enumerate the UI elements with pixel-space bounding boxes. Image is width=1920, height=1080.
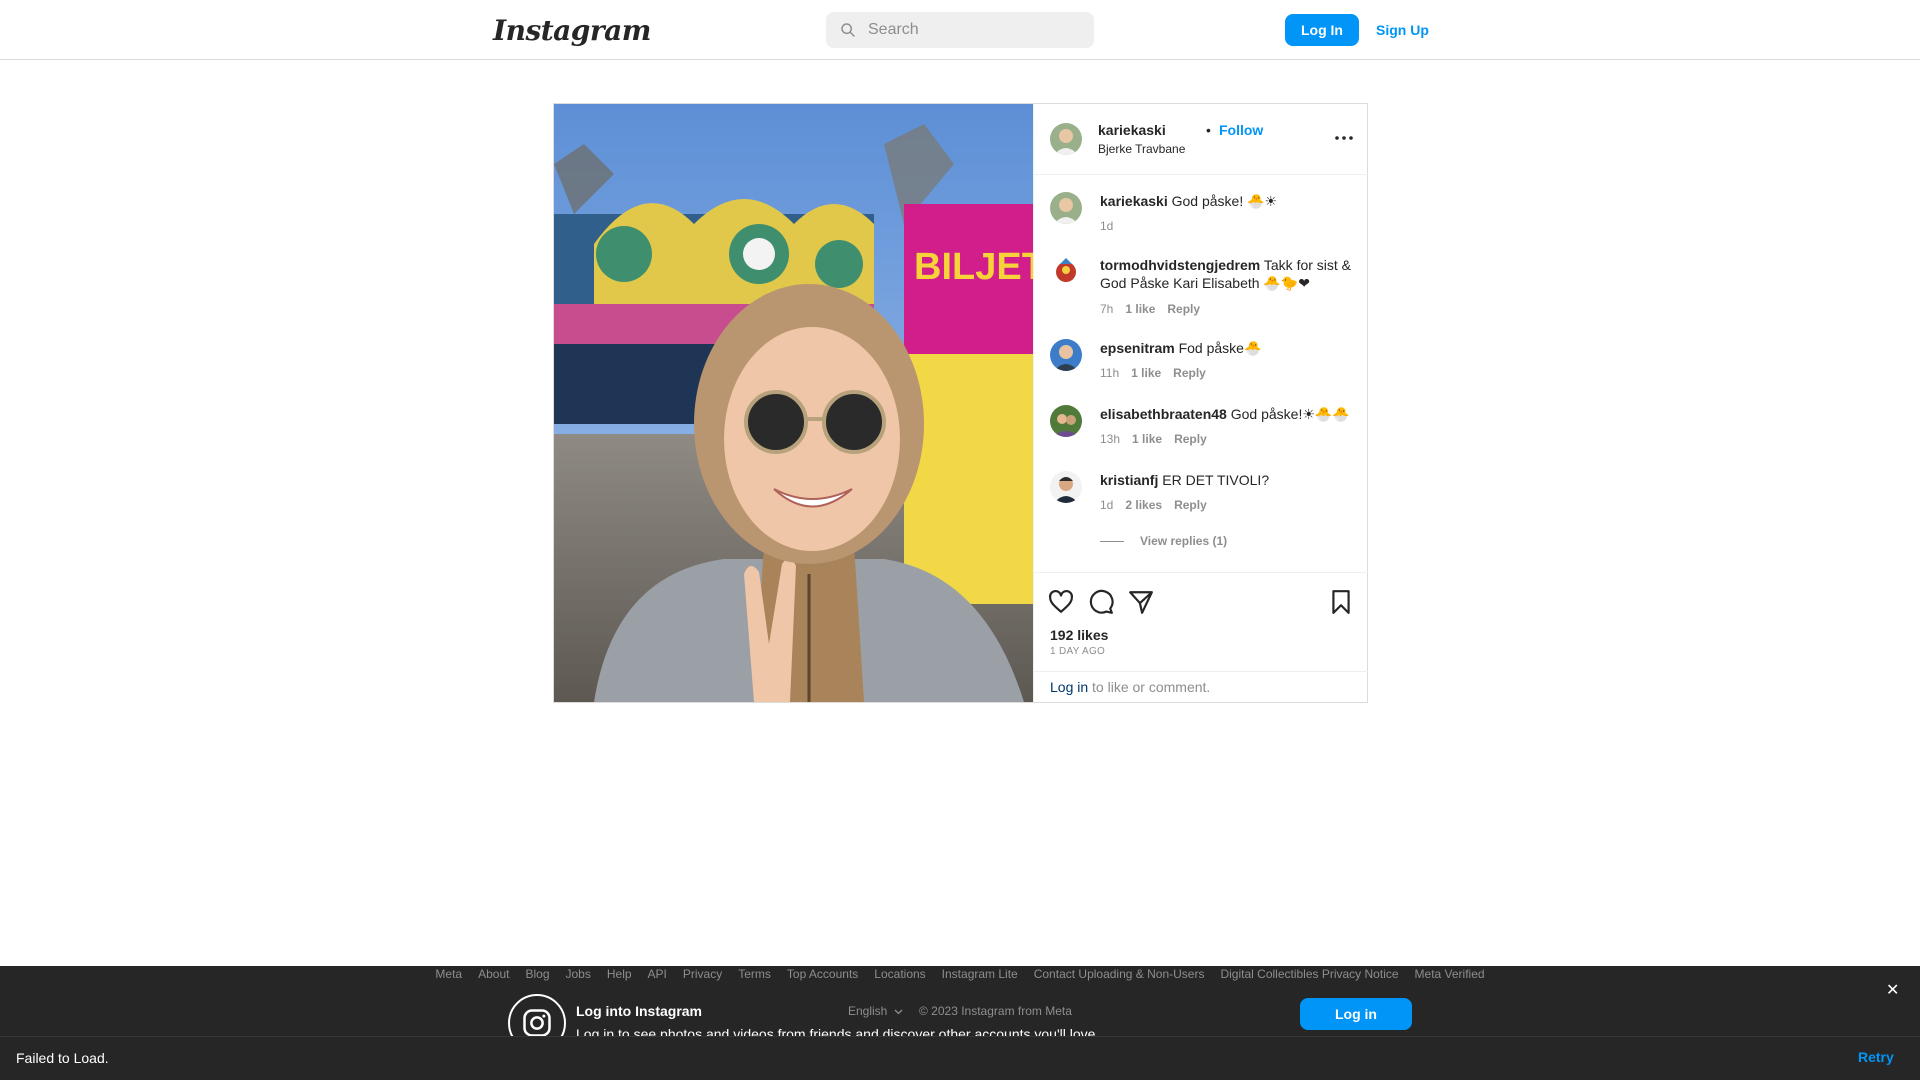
comment-likes[interactable]: 2 likes xyxy=(1125,498,1162,512)
post-location[interactable]: Bjerke Travbane xyxy=(1098,142,1185,156)
language-selector[interactable]: English xyxy=(848,1004,903,1018)
reply-button[interactable]: Reply xyxy=(1174,498,1207,512)
footer-link-instagram-lite[interactable]: Instagram Lite xyxy=(942,967,1018,981)
footer-link-help[interactable]: Help xyxy=(607,967,632,981)
reply-button[interactable]: Reply xyxy=(1174,432,1207,446)
top-nav: Instagram Log In Sign Up xyxy=(0,0,1920,60)
footer-link-jobs[interactable]: Jobs xyxy=(566,967,591,981)
comment-text: elisabethbraaten48 God påske!☀🐣🐣 xyxy=(1100,405,1356,423)
footer-links: Meta About Blog Jobs Help API Privacy Te… xyxy=(0,967,1920,981)
signup-button[interactable]: Sign Up xyxy=(1370,14,1435,46)
share-icon[interactable] xyxy=(1128,589,1154,615)
more-icon xyxy=(1335,136,1353,140)
comment-avatar[interactable] xyxy=(1050,339,1082,371)
instagram-icon xyxy=(508,994,566,1037)
comment-body: ER DET TIVOLI? xyxy=(1162,472,1270,488)
close-icon[interactable]: ✕ xyxy=(1886,980,1899,999)
follow-button[interactable]: Follow xyxy=(1219,122,1263,138)
photo-image: BILJET xyxy=(554,104,1033,702)
comment-likes[interactable]: 1 like xyxy=(1131,366,1161,380)
post-card: BILJET kariekaski • Follow Bjerke Travba… xyxy=(553,103,1368,703)
comment-avatar[interactable] xyxy=(1050,256,1082,288)
footer-link-meta-verified[interactable]: Meta Verified xyxy=(1415,967,1485,981)
bookmark-icon[interactable] xyxy=(1328,589,1354,615)
comment-text: kristianfj ER DET TIVOLI? xyxy=(1100,471,1356,489)
post-time[interactable]: 1 DAY AGO xyxy=(1050,646,1105,657)
chevron-down-icon xyxy=(894,1009,903,1015)
post-actions xyxy=(1034,572,1368,618)
more-options-button[interactable] xyxy=(1330,126,1358,150)
footer-link-api[interactable]: API xyxy=(648,967,667,981)
retry-button[interactable]: Retry xyxy=(1858,1049,1894,1065)
svg-text:BILJET: BILJET xyxy=(914,246,1033,288)
comment-meta: 11h 1 like Reply xyxy=(1100,366,1206,380)
post-sidebar: kariekaski • Follow Bjerke Travbane kari… xyxy=(1033,104,1368,702)
comment-body: Fod påske🐣 xyxy=(1178,340,1262,356)
comment-text: tormodhvidstengjedrem Takk for sist & Go… xyxy=(1100,256,1356,292)
reply-button[interactable]: Reply xyxy=(1173,366,1206,380)
footer-link-top-accounts[interactable]: Top Accounts xyxy=(787,967,858,981)
post-photo[interactable]: BILJET xyxy=(554,104,1033,702)
login-link[interactable]: Log in xyxy=(1050,679,1088,695)
error-bar: Failed to Load. Retry xyxy=(0,1036,1920,1080)
comment-meta: 1d xyxy=(1100,219,1113,233)
comment-text: kariekaski God påske! 🐣☀ xyxy=(1100,192,1356,210)
replies-divider xyxy=(1100,540,1124,542)
comment-time[interactable]: 7h xyxy=(1100,302,1113,316)
footer-link-locations[interactable]: Locations xyxy=(874,967,925,981)
separator-dot: • xyxy=(1206,122,1211,138)
post-header: kariekaski • Follow Bjerke Travbane xyxy=(1034,104,1368,175)
footer-link-blog[interactable]: Blog xyxy=(525,967,549,981)
comment-time[interactable]: 13h xyxy=(1100,432,1120,446)
comment-username[interactable]: epsenitram xyxy=(1100,340,1175,356)
comment-avatar[interactable] xyxy=(1050,405,1082,437)
instagram-logo[interactable]: Instagram xyxy=(493,14,651,47)
login-prompt: Log in to like or comment. xyxy=(1034,671,1368,702)
comment-meta: 1d 2 likes Reply xyxy=(1100,498,1207,512)
search-box[interactable] xyxy=(826,12,1094,48)
comment-avatar[interactable] xyxy=(1050,192,1082,224)
comment-avatar[interactable] xyxy=(1050,471,1082,503)
author-avatar[interactable] xyxy=(1050,123,1082,155)
search-input[interactable] xyxy=(868,21,1068,39)
reply-button[interactable]: Reply xyxy=(1167,302,1200,316)
view-replies-button[interactable]: View replies (1) xyxy=(1100,534,1227,548)
login-button[interactable]: Log In xyxy=(1285,14,1359,46)
heart-icon[interactable] xyxy=(1048,589,1074,615)
login-footer-banner: Meta About Blog Jobs Help API Privacy Te… xyxy=(0,966,1920,1037)
comment-username[interactable]: tormodhvidstengjedrem xyxy=(1100,257,1260,273)
error-message: Failed to Load. xyxy=(16,1050,109,1066)
banner-login-button[interactable]: Log in xyxy=(1300,998,1412,1030)
footer-link-digital-collectibles[interactable]: Digital Collectibles Privacy Notice xyxy=(1220,967,1398,981)
view-replies-label: View replies (1) xyxy=(1140,534,1228,548)
likes-count[interactable]: 192 likes xyxy=(1050,627,1108,643)
comment-icon[interactable] xyxy=(1088,589,1114,615)
login-prompt-text: to like or comment. xyxy=(1088,679,1211,695)
comment-likes[interactable]: 1 like xyxy=(1132,432,1162,446)
comment-username[interactable]: kristianfj xyxy=(1100,472,1158,488)
footer-link-about[interactable]: About xyxy=(478,967,509,981)
search-icon xyxy=(841,23,855,37)
comment-username[interactable]: elisabethbraaten48 xyxy=(1100,406,1227,422)
footer-link-meta[interactable]: Meta xyxy=(435,967,462,981)
comment-time[interactable]: 11h xyxy=(1100,366,1119,380)
banner-title: Log into Instagram xyxy=(576,1003,702,1019)
comment-meta: 7h 1 like Reply xyxy=(1100,302,1200,316)
comment-text: epsenitram Fod påske🐣 xyxy=(1100,339,1356,357)
footer-link-contact-uploading[interactable]: Contact Uploading & Non-Users xyxy=(1034,967,1205,981)
author-username[interactable]: kariekaski xyxy=(1098,122,1166,138)
comment-body: God påske!☀🐣🐣 xyxy=(1230,406,1350,422)
comment-username[interactable]: kariekaski xyxy=(1100,193,1168,209)
footer-link-terms[interactable]: Terms xyxy=(738,967,771,981)
comment-time[interactable]: 1d xyxy=(1100,498,1113,512)
footer-link-privacy[interactable]: Privacy xyxy=(683,967,722,981)
comment-likes[interactable]: 1 like xyxy=(1125,302,1155,316)
comment-meta: 13h 1 like Reply xyxy=(1100,432,1207,446)
copyright: © 2023 Instagram from Meta xyxy=(919,1004,1072,1018)
comment-time[interactable]: 1d xyxy=(1100,219,1113,233)
language-label: English xyxy=(848,1004,888,1018)
comment-body: God påske! 🐣☀ xyxy=(1171,193,1278,209)
